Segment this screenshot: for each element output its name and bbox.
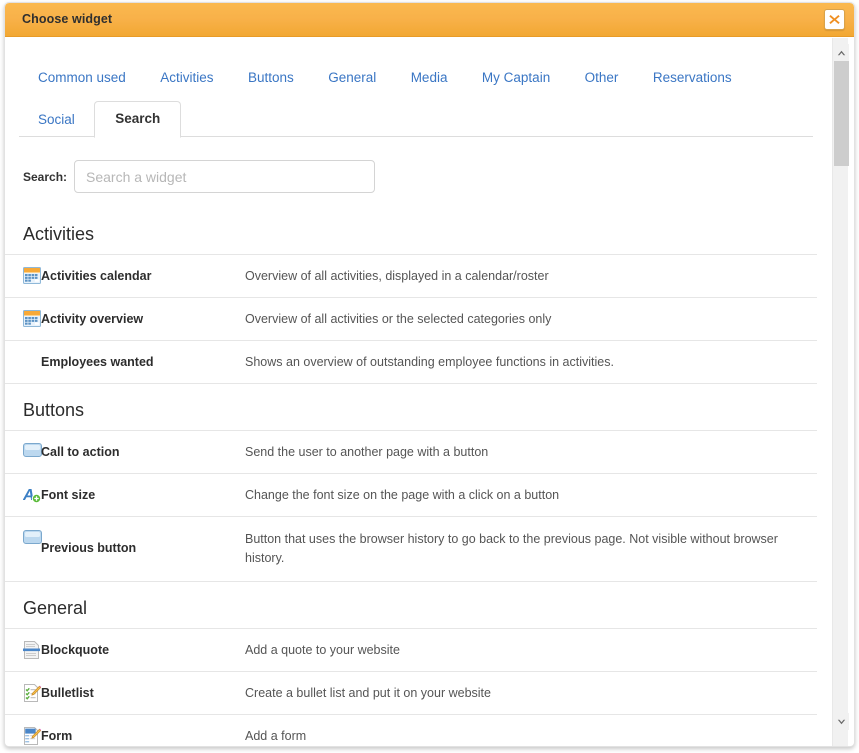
group-rows-buttons: Call to action Send the user to another … <box>5 430 817 582</box>
dialog-title: Choose widget <box>22 12 113 26</box>
group-title-activities: Activities <box>23 224 95 244</box>
widget-row-call-to-action[interactable]: Call to action Send the user to another … <box>5 431 817 474</box>
choose-widget-dialog: Choose widget Common used Activities But… <box>4 2 855 747</box>
font-size-icon: A <box>5 485 42 503</box>
calendar-icon <box>5 266 41 284</box>
widget-description: Create a bullet list and put it on your … <box>245 686 491 700</box>
form-icon <box>5 726 41 745</box>
close-button[interactable] <box>824 9 845 30</box>
dialog-titlebar: Choose widget <box>5 3 854 37</box>
widget-description: Send the user to another page with a but… <box>245 445 489 459</box>
widget-description: Overview of all activities, displayed in… <box>245 269 549 283</box>
tab-social[interactable]: Social <box>23 102 90 138</box>
tab-other[interactable]: Other <box>570 60 634 96</box>
widget-list: Activities Activities calendar Overview … <box>5 208 817 746</box>
chevron-up-icon <box>837 50 845 55</box>
chevron-down-icon <box>837 719 845 724</box>
content-scrollbar[interactable] <box>832 38 849 746</box>
group-rows-activities: Activities calendar Overview of all acti… <box>5 254 817 384</box>
widget-row-form[interactable]: Form Add a form <box>5 715 817 746</box>
no-icon-placeholder <box>5 352 41 353</box>
search-label: Search: <box>23 170 68 184</box>
widget-name: Blockquote <box>41 643 110 657</box>
widget-description: Shows an overview of outstanding employe… <box>245 355 614 369</box>
tab-activities[interactable]: Activities <box>145 60 228 96</box>
blockquote-icon <box>5 640 41 659</box>
scrollbar-thumb[interactable] <box>834 61 849 166</box>
widget-name: Call to action <box>41 445 120 459</box>
widget-name: Font size <box>41 488 96 502</box>
dialog-content: Common used Activities Buttons General M… <box>5 38 854 746</box>
bulletlist-icon <box>5 683 41 702</box>
widget-name: Employees wanted <box>41 355 154 369</box>
widget-row-font-size[interactable]: A Font size Change the font size on the … <box>5 474 817 517</box>
scroll-up-button[interactable] <box>833 44 849 61</box>
tab-search[interactable]: Search <box>94 101 182 138</box>
widget-description: Overview of all activities or the select… <box>245 312 552 326</box>
widget-row-activities-calendar[interactable]: Activities calendar Overview of all acti… <box>5 255 817 298</box>
button-icon <box>5 442 42 457</box>
widget-row-employees-wanted[interactable]: Employees wanted Shows an overview of ou… <box>5 341 817 384</box>
widget-description: Add a quote to your website <box>245 643 400 657</box>
search-row: Search: <box>23 160 723 196</box>
group-rows-general: Blockquote Add a quote to your website B… <box>5 628 817 746</box>
widget-description: Add a form <box>245 729 307 743</box>
tab-reservations[interactable]: Reservations <box>638 60 747 96</box>
widget-name: Bulletlist <box>41 686 94 700</box>
widget-description: Change the font size on the page with a … <box>245 488 560 502</box>
tab-media[interactable]: Media <box>396 60 463 96</box>
group-title-general: General <box>23 598 88 618</box>
widget-row-previous-button[interactable]: Previous button Button that uses the bro… <box>5 517 817 582</box>
tab-my-captain[interactable]: My Captain <box>467 60 565 96</box>
tab-row-1: Common used Activities Buttons General M… <box>5 60 813 101</box>
widget-name: Form <box>41 729 73 743</box>
button-icon <box>5 529 42 544</box>
widget-category-tabs: Common used Activities Buttons General M… <box>5 38 813 142</box>
search-input[interactable] <box>74 160 375 193</box>
scroll-down-button[interactable] <box>833 713 849 730</box>
calendar-icon <box>5 309 41 327</box>
widget-description: Button that uses the browser history to … <box>245 532 778 565</box>
widget-name: Previous button <box>41 541 137 555</box>
tab-general[interactable]: General <box>313 60 391 96</box>
widget-row-activity-overview[interactable]: Activity overview Overview of all activi… <box>5 298 817 341</box>
close-x-icon <box>829 15 840 24</box>
widget-row-blockquote[interactable]: Blockquote Add a quote to your website <box>5 629 817 672</box>
tab-common-used[interactable]: Common used <box>23 60 141 96</box>
tab-buttons[interactable]: Buttons <box>233 60 309 96</box>
widget-row-bulletlist[interactable]: Bulletlist Create a bullet list and put … <box>5 672 817 715</box>
widget-name: Activities calendar <box>41 269 152 283</box>
group-title-buttons: Buttons <box>23 400 85 420</box>
widget-name: Activity overview <box>41 312 144 326</box>
